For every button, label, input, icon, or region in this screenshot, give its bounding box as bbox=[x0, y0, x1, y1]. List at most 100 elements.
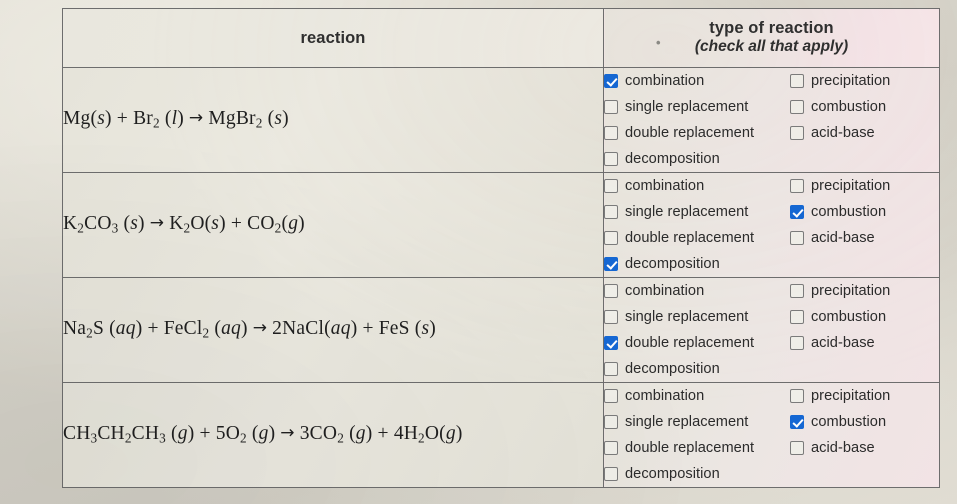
option-label-combination: combination bbox=[625, 73, 705, 89]
option-label-combustion: combustion bbox=[811, 99, 887, 115]
checkbox-decomposition[interactable] bbox=[604, 362, 618, 376]
reaction-type-cell: combination precipitation single replaceme… bbox=[603, 277, 940, 383]
option-single-replacement[interactable]: single replacement bbox=[604, 94, 790, 120]
option-decomposition[interactable]: decomposition bbox=[604, 146, 790, 172]
header-cell-reaction: reaction bbox=[62, 8, 604, 68]
checkbox-double-replacement[interactable] bbox=[604, 441, 618, 455]
checkbox-acid-base[interactable] bbox=[790, 231, 804, 245]
checkbox-single-replacement[interactable] bbox=[604, 205, 618, 219]
checkbox-double-replacement[interactable] bbox=[604, 126, 618, 140]
reaction-arrow-icon: → bbox=[252, 318, 268, 339]
checkbox-group: combination precipitation single replaceme… bbox=[604, 68, 939, 172]
reaction-table: reaction • type of reaction (check all t… bbox=[62, 8, 940, 488]
option-combustion[interactable]: combustion bbox=[790, 94, 939, 120]
checkbox-combination[interactable] bbox=[604, 389, 618, 403]
option-double-replacement[interactable]: double replacement bbox=[604, 120, 790, 146]
option-label-combustion: combustion bbox=[811, 204, 887, 220]
option-combination[interactable]: combination bbox=[604, 173, 790, 199]
option-acid-base[interactable]: acid-base bbox=[790, 120, 939, 146]
checkbox-combustion[interactable] bbox=[790, 100, 804, 114]
option-double-replacement[interactable]: double replacement bbox=[604, 330, 790, 356]
checkbox-group: combination precipitation single replaceme… bbox=[604, 173, 939, 277]
option-combustion[interactable]: combustion bbox=[790, 409, 939, 435]
checkbox-combination[interactable] bbox=[604, 284, 618, 298]
option-label-decomposition: decomposition bbox=[625, 151, 720, 167]
reaction-type-cell: combination precipitation single replaceme… bbox=[603, 382, 940, 488]
checkbox-precipitation[interactable] bbox=[790, 284, 804, 298]
reaction-arrow-icon: → bbox=[280, 423, 295, 444]
option-precipitation[interactable]: precipitation bbox=[790, 173, 939, 199]
option-label-decomposition: decomposition bbox=[625, 361, 720, 377]
header-sublabel-check-all: (check all that apply) bbox=[694, 37, 849, 55]
option-label-decomposition: decomposition bbox=[625, 256, 720, 272]
option-acid-base[interactable]: acid-base bbox=[790, 225, 939, 251]
checkbox-combustion[interactable] bbox=[790, 415, 804, 429]
table-row: CH3CH2CH3 (g) + 5O2 (g) → 3CO2 (g) + 4H2O(… bbox=[62, 382, 940, 488]
option-label-double-replacement: double replacement bbox=[625, 125, 755, 141]
header-cell-type: • type of reaction (check all that apply… bbox=[603, 8, 940, 68]
option-precipitation[interactable]: precipitation bbox=[790, 278, 939, 304]
checkbox-double-replacement[interactable] bbox=[604, 231, 618, 245]
checkbox-single-replacement[interactable] bbox=[604, 100, 618, 114]
option-acid-base[interactable]: acid-base bbox=[790, 435, 939, 461]
checkbox-double-replacement[interactable] bbox=[604, 336, 618, 350]
option-label-precipitation: precipitation bbox=[811, 283, 891, 299]
option-double-replacement[interactable]: double replacement bbox=[604, 435, 790, 461]
option-combustion[interactable]: combustion bbox=[790, 199, 939, 225]
reaction-equation: Mg(s) + Br2 (l) → MgBr2 (s) bbox=[63, 108, 289, 131]
option-single-replacement[interactable]: single replacement bbox=[604, 304, 790, 330]
checkbox-decomposition[interactable] bbox=[604, 467, 618, 481]
checkbox-acid-base[interactable] bbox=[790, 336, 804, 350]
header-label-reaction: reaction bbox=[300, 28, 366, 47]
checkbox-precipitation[interactable] bbox=[790, 389, 804, 403]
option-label-double-replacement: double replacement bbox=[625, 335, 755, 351]
option-combination[interactable]: combination bbox=[604, 383, 790, 409]
option-acid-base[interactable]: acid-base bbox=[790, 330, 939, 356]
reaction-cell: Na2S (aq) + FeCl2 (aq) → 2NaCl(aq) + FeS (… bbox=[62, 277, 604, 383]
option-label-single-replacement: single replacement bbox=[625, 99, 749, 115]
checkbox-single-replacement[interactable] bbox=[604, 415, 618, 429]
option-label-single-replacement: single replacement bbox=[625, 309, 749, 325]
checkbox-group: combination precipitation single replaceme… bbox=[604, 278, 939, 382]
option-label-combination: combination bbox=[625, 283, 705, 299]
option-combination[interactable]: combination bbox=[604, 278, 790, 304]
option-label-acid-base: acid-base bbox=[811, 440, 875, 456]
reaction-type-cell: combination precipitation single replaceme… bbox=[603, 172, 940, 278]
checkbox-combustion[interactable] bbox=[790, 205, 804, 219]
reaction-type-worksheet: reaction • type of reaction (check all t… bbox=[62, 8, 940, 504]
option-decomposition[interactable]: decomposition bbox=[604, 461, 790, 487]
reaction-cell: CH3CH2CH3 (g) + 5O2 (g) → 3CO2 (g) + 4H2O(… bbox=[62, 382, 604, 488]
checkbox-precipitation[interactable] bbox=[790, 179, 804, 193]
reaction-cell: K2CO3 (s) → K2O(s) + CO2(g) bbox=[62, 172, 604, 278]
option-label-acid-base: acid-base bbox=[811, 125, 875, 141]
reaction-equation: Na2S (aq) + FeCl2 (aq) → 2NaCl(aq) + FeS (… bbox=[63, 318, 436, 341]
option-label-combustion: combustion bbox=[811, 414, 887, 430]
table-row: Mg(s) + Br2 (l) → MgBr2 (s) combination prec… bbox=[62, 67, 940, 173]
option-double-replacement[interactable]: double replacement bbox=[604, 225, 790, 251]
checkbox-combination[interactable] bbox=[604, 179, 618, 193]
reaction-type-cell: combination precipitation single replaceme… bbox=[603, 67, 940, 173]
option-decomposition[interactable]: decomposition bbox=[604, 251, 790, 277]
option-single-replacement[interactable]: single replacement bbox=[604, 199, 790, 225]
option-precipitation[interactable]: precipitation bbox=[790, 383, 939, 409]
checkbox-acid-base[interactable] bbox=[790, 441, 804, 455]
checkbox-single-replacement[interactable] bbox=[604, 310, 618, 324]
table-header-row: reaction • type of reaction (check all t… bbox=[62, 8, 940, 68]
checkbox-combination[interactable] bbox=[604, 74, 618, 88]
option-decomposition[interactable]: decomposition bbox=[604, 356, 790, 382]
option-label-combination: combination bbox=[625, 388, 705, 404]
checkbox-precipitation[interactable] bbox=[790, 74, 804, 88]
option-label-precipitation: precipitation bbox=[811, 178, 891, 194]
checkbox-combustion[interactable] bbox=[790, 310, 804, 324]
option-single-replacement[interactable]: single replacement bbox=[604, 409, 790, 435]
option-label-combustion: combustion bbox=[811, 309, 887, 325]
checkbox-decomposition[interactable] bbox=[604, 257, 618, 271]
checkbox-decomposition[interactable] bbox=[604, 152, 618, 166]
option-label-single-replacement: single replacement bbox=[625, 204, 749, 220]
option-combustion[interactable]: combustion bbox=[790, 304, 939, 330]
option-label-acid-base: acid-base bbox=[811, 335, 875, 351]
option-precipitation[interactable]: precipitation bbox=[790, 68, 939, 94]
option-combination[interactable]: combination bbox=[604, 68, 790, 94]
option-label-acid-base: acid-base bbox=[811, 230, 875, 246]
checkbox-acid-base[interactable] bbox=[790, 126, 804, 140]
